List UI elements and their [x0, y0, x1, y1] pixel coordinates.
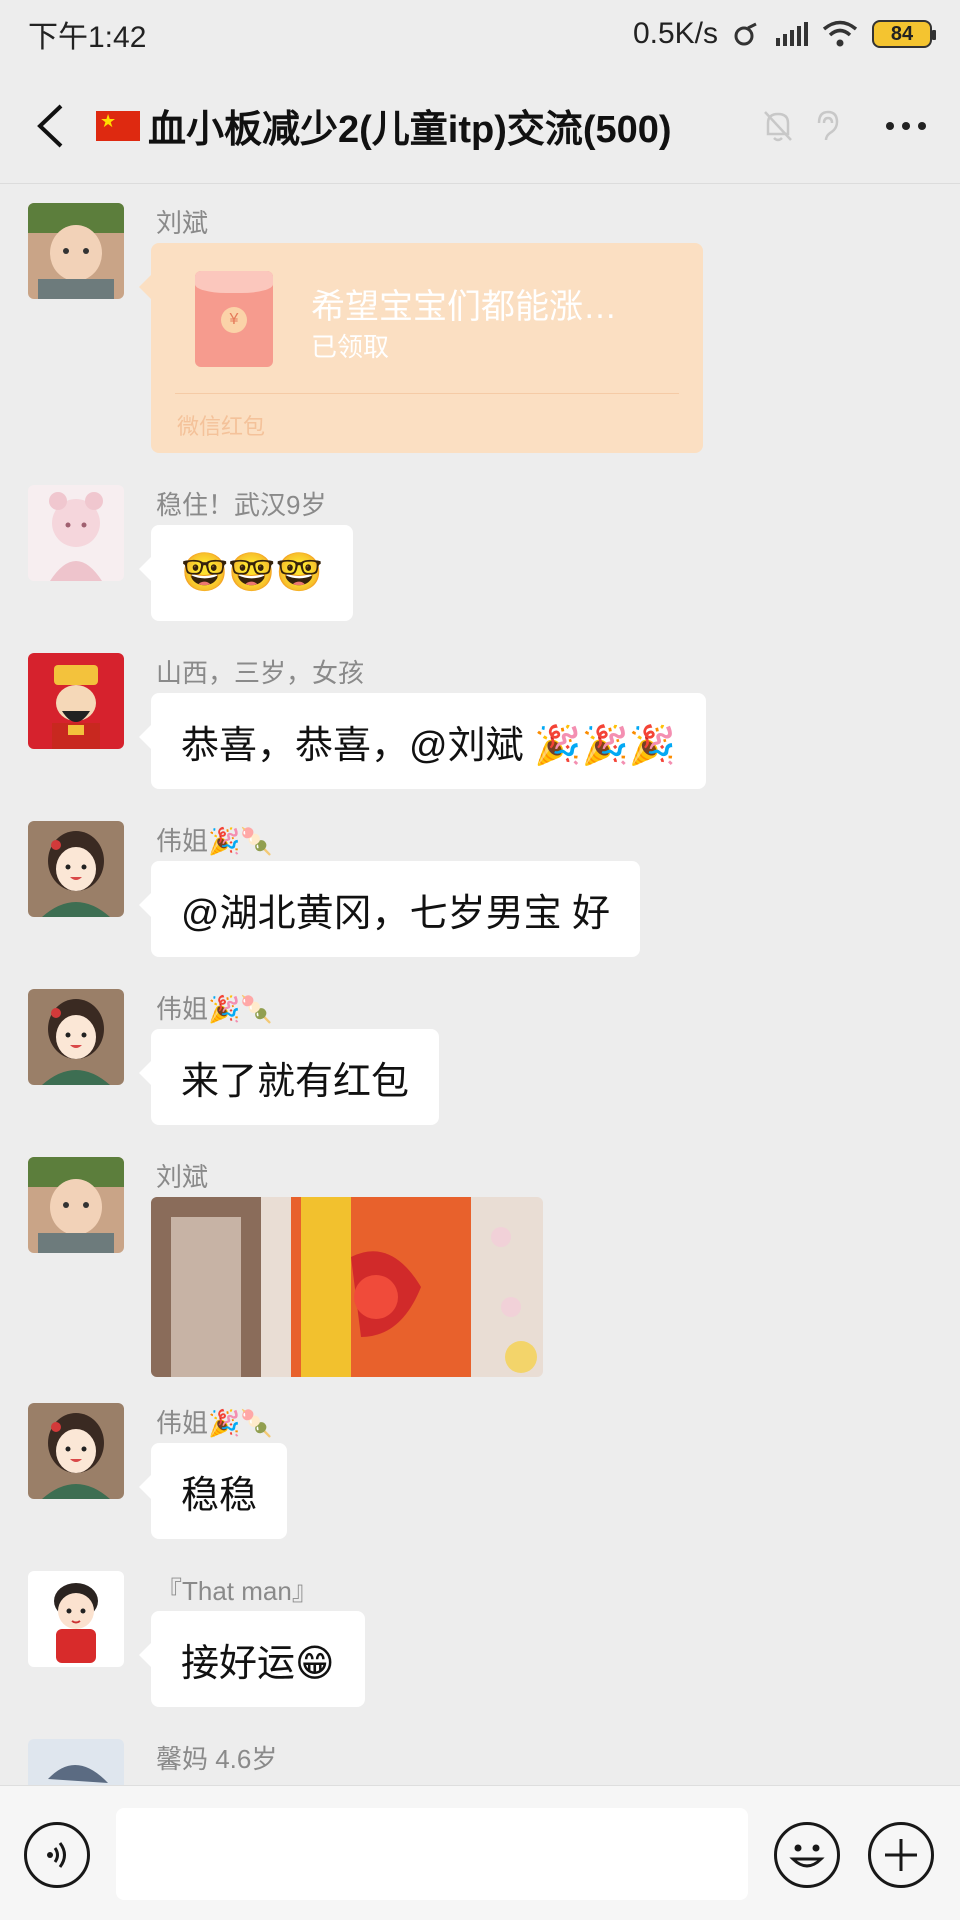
avatar[interactable]	[28, 485, 124, 581]
message-bubble[interactable]: 接好运😁	[139, 1611, 365, 1707]
message-text: 接好运😁	[181, 1642, 335, 1685]
message-text: 来了就有红包	[181, 1060, 410, 1103]
sender-name: 刘斌	[156, 1162, 209, 1192]
coin-icon: ¥	[221, 307, 247, 333]
more-dot	[886, 121, 894, 130]
more-button[interactable]	[876, 106, 936, 146]
sender-name: 『That man』	[156, 1576, 318, 1606]
red-packet-status: 已领取	[311, 332, 390, 362]
message-text: 恭喜，恭喜，@刘斌 🎉🎉🎉	[181, 724, 677, 767]
sender-name: 山西，三岁，女孩	[156, 658, 365, 688]
more-functions-button[interactable]	[868, 1822, 934, 1888]
avatar[interactable]	[28, 989, 124, 1085]
chat-header: 血小板减少2(儿童itp)交流(500)	[0, 68, 960, 184]
message-row: 伟姐🎉🍡 稳稳	[28, 1403, 928, 1553]
message-text: 🤓🤓🤓	[181, 552, 323, 594]
voice-icon	[47, 1842, 66, 1868]
red-packet-card[interactable]: ¥ 希望宝宝们都能涨… 已领取 微信红包	[139, 243, 703, 453]
chevron-left-icon	[37, 104, 63, 147]
red-packet-label: 微信红包	[177, 414, 266, 439]
image-message[interactable]	[151, 1197, 543, 1377]
message-bubble[interactable]: 来了就有红包	[138, 1029, 440, 1125]
link-icon	[734, 22, 757, 46]
sender-name: 馨妈 4.6岁	[156, 1744, 278, 1774]
message-bubble[interactable]: 🤓🤓🤓	[139, 525, 353, 621]
more-dot	[918, 121, 926, 130]
network-speed: 0.5K/s	[632, 17, 718, 50]
chat-input-bar	[0, 1785, 960, 1920]
ear-icon	[817, 110, 839, 140]
sender-name: 稳住！武汉9岁	[156, 490, 327, 520]
message-row: 刘斌 ¥ 希望宝宝们都能涨… 已领取 微信红包	[28, 203, 928, 473]
avatar[interactable]	[28, 1739, 124, 1785]
message-row: 『That man』 接好运😁	[28, 1571, 928, 1721]
red-envelope-icon: ¥	[195, 271, 273, 367]
back-button[interactable]	[24, 96, 76, 156]
wifi-icon	[822, 20, 858, 47]
status-bar: 下午1:42 0.5K/s 84	[0, 0, 960, 68]
message-input[interactable]	[116, 1808, 748, 1900]
chat-title: 血小板减少2(儿童itp)交流(500)	[148, 109, 672, 151]
avatar[interactable]	[28, 1157, 124, 1253]
emoji-icon	[789, 1844, 825, 1868]
plus-icon	[885, 1839, 917, 1871]
avatar[interactable]	[28, 1571, 124, 1667]
chat-message-list[interactable]: 刘斌 ¥ 希望宝宝们都能涨… 已领取 微信红包 稳住！武汉9岁 🤓🤓🤓 山西，三…	[0, 185, 960, 1785]
chat-title-group[interactable]: 血小板减少2(儿童itp)交流(500)	[96, 98, 750, 153]
message-row: 馨妈 4.6岁	[28, 1739, 928, 1785]
medicine-box-photo	[151, 1197, 543, 1377]
voice-button[interactable]	[24, 1822, 90, 1888]
message-row: 伟姐🎉🍡 来了就有红包	[28, 989, 928, 1139]
message-text: 稳稳	[181, 1474, 258, 1517]
sender-name: 刘斌	[156, 208, 209, 238]
avatar[interactable]	[28, 203, 124, 299]
signal-icon	[776, 22, 808, 46]
avatar[interactable]	[28, 1403, 124, 1499]
status-icons: 0.5K/s 84	[632, 17, 936, 51]
message-bubble[interactable]: 稳稳	[138, 1443, 288, 1539]
emoji-button[interactable]	[774, 1822, 840, 1888]
avatar[interactable]	[28, 821, 124, 917]
sender-name: 伟姐🎉🍡	[156, 826, 273, 856]
message-text: @湖北黄冈，七岁男宝 好	[181, 892, 611, 935]
message-row: 山西，三岁，女孩 恭喜，恭喜，@刘斌 🎉🎉🎉	[28, 653, 928, 803]
sender-name: 伟姐🎉🍡	[156, 994, 273, 1024]
title-status-icons	[762, 109, 840, 143]
more-dot	[902, 121, 910, 130]
divider	[175, 393, 679, 394]
mute-bell-icon	[764, 110, 792, 141]
sender-name: 伟姐🎉🍡	[156, 1408, 273, 1438]
message-row: 刘斌	[28, 1157, 928, 1387]
message-row: 伟姐🎉🍡 @湖北黄冈，七岁男宝 好	[28, 821, 928, 971]
avatar[interactable]	[28, 653, 124, 749]
message-bubble[interactable]: 恭喜，恭喜，@刘斌 🎉🎉🎉	[138, 693, 707, 789]
battery-icon: 84	[872, 20, 936, 48]
message-bubble[interactable]: @湖北黄冈，七岁男宝 好	[138, 861, 641, 957]
red-packet-title: 希望宝宝们都能涨…	[311, 288, 617, 326]
message-row: 稳住！武汉9岁 🤓🤓🤓	[28, 485, 928, 635]
status-time: 下午1:42	[28, 21, 147, 54]
china-flag-icon	[96, 110, 140, 141]
